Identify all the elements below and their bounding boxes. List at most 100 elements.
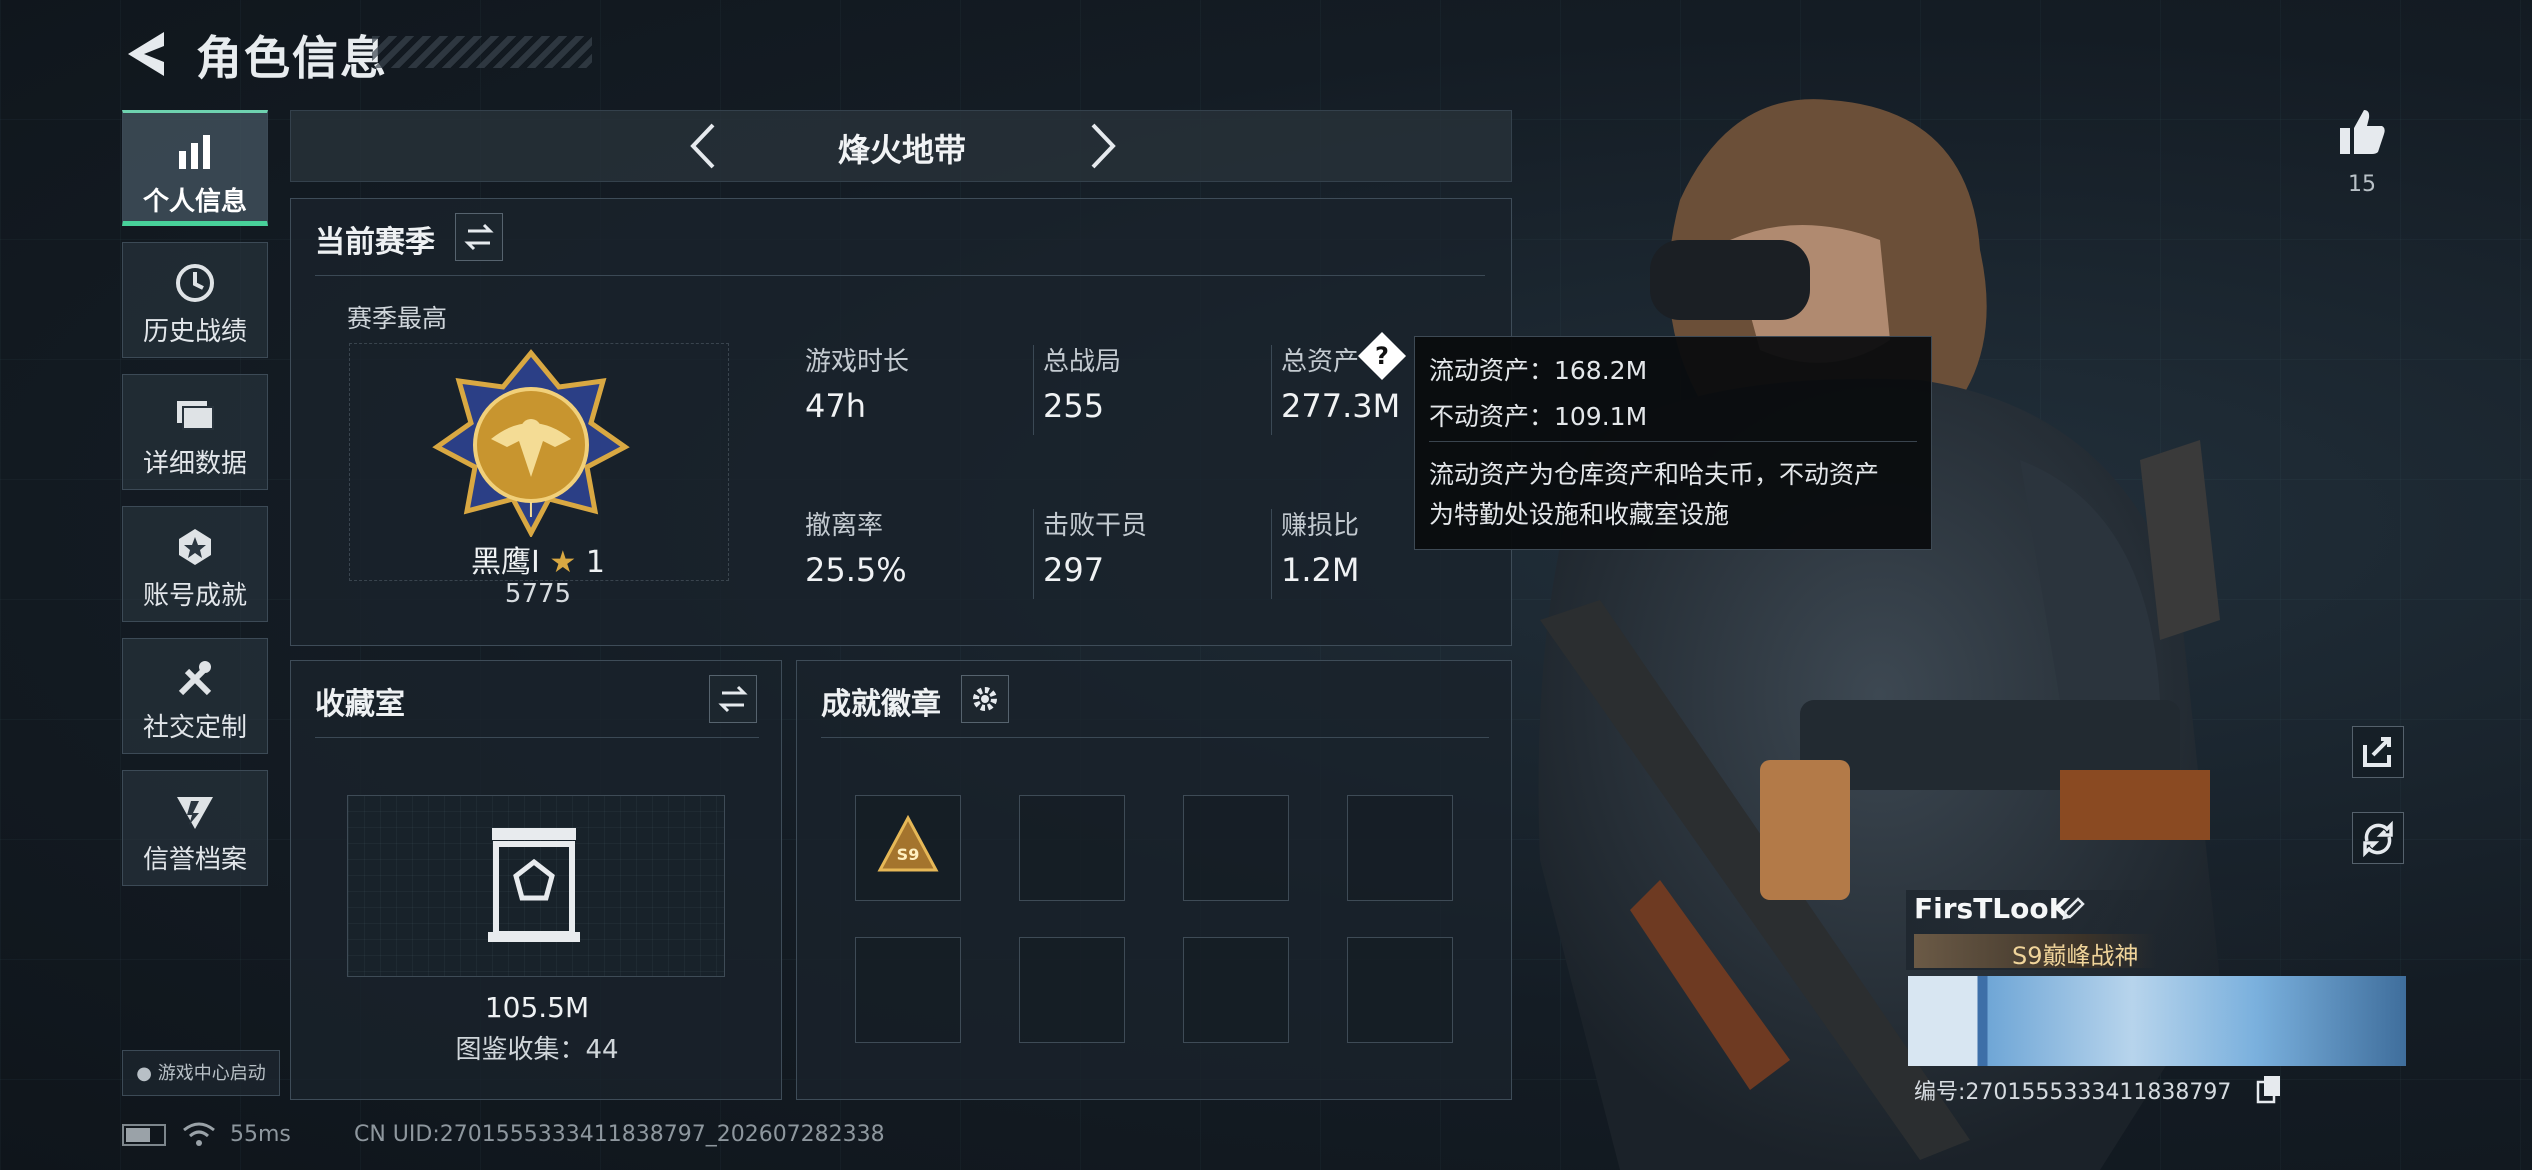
stat-label: 赚损比 (1281, 511, 1360, 541)
folder-icon (177, 401, 214, 430)
nav-label: 详细数据 (142, 449, 247, 479)
tools-icon (178, 661, 212, 696)
refresh-button[interactable] (2352, 812, 2404, 864)
rank-name: 黑鹰I (471, 545, 540, 580)
mode-title: 烽火地带 (837, 131, 966, 169)
divider (1033, 509, 1034, 599)
season-switch-button[interactable] (455, 213, 503, 261)
divider (1429, 441, 1917, 442)
shield-icon (177, 797, 213, 829)
badge-slot[interactable] (1347, 937, 1453, 1043)
badge-slot[interactable] (1347, 795, 1453, 901)
share-button[interactable] (2352, 726, 2404, 778)
game-center-launch-button[interactable]: ● 游戏中心启动 (122, 1050, 280, 1096)
copy-icon[interactable] (2256, 1074, 2282, 1104)
stat-label: 总资产 (1281, 347, 1360, 377)
nav-label: 历史战绩 (142, 317, 247, 347)
nav-item-details[interactable]: 详细数据 (122, 374, 268, 490)
person-icon: ● (136, 1063, 152, 1084)
mode-selector: 烽火地带 (290, 110, 1512, 182)
swap-icon (718, 685, 748, 713)
collection-count: 图鉴收集：44 (455, 1035, 619, 1065)
badge-slot[interactable]: S9 (855, 795, 961, 901)
svg-text:I: I (528, 498, 534, 522)
season-title: 当前赛季 (315, 225, 435, 260)
achievement-icon (179, 529, 211, 565)
season-panel: 当前赛季 赛季最高 I 黑鹰I ★ 1 5775 游戏时长 47h 总战局 25… (290, 198, 1512, 646)
assets-tooltip: 流动资产：168.2M 不动资产：109.1M 流动资产为仓库资产和哈夫币，不动… (1414, 336, 1932, 550)
page-title: 角色信息 (196, 31, 388, 85)
display-case-icon (488, 828, 580, 942)
badge-slot[interactable] (1019, 795, 1125, 901)
back-arrow-icon[interactable] (120, 26, 170, 82)
nav-item-personal-info[interactable]: 个人信息 (122, 110, 268, 226)
divider (315, 737, 759, 738)
tooltip-description-1: 流动资产为仓库资产和哈夫币，不动资产 (1429, 460, 1880, 489)
stat-value: 255 (1043, 387, 1105, 425)
divider (821, 737, 1489, 738)
collection-panel: 收藏室 105.5M 图鉴收集：44 (290, 660, 782, 1100)
tooltip-liquid-assets: 流动资产：168.2M (1429, 356, 1648, 385)
collection-display[interactable] (347, 795, 725, 977)
nav-item-history[interactable]: 历史战绩 (122, 242, 268, 358)
rank-name-row: 黑鹰I ★ 1 (291, 537, 785, 581)
rank-points: 5775 (504, 579, 572, 609)
divider (315, 275, 1485, 276)
nav-label: 信誉档案 (142, 845, 247, 875)
badge-settings-button[interactable] (961, 675, 1009, 723)
nav-label: 账号成就 (142, 581, 247, 611)
badge-slot[interactable] (1183, 937, 1289, 1043)
refresh-icon (2363, 820, 2393, 858)
tooltip-description-2: 为特勤处设施和收藏室设施 (1429, 500, 1730, 529)
divider (1271, 345, 1272, 435)
title-decoration (372, 36, 592, 68)
divider (1033, 345, 1034, 435)
rank-stars: 1 (585, 545, 605, 580)
badge-slot[interactable] (855, 937, 961, 1043)
badge-slot[interactable] (1019, 937, 1125, 1043)
stat-value: 47h (805, 387, 866, 425)
star-icon: ★ (549, 545, 577, 580)
question-mark: ? (1375, 342, 1389, 370)
collection-value: 105.5M (484, 991, 590, 1024)
player-id: 编号:270155533341183879​7 (1914, 1080, 2232, 1105)
cn-uid: CN UID:2701555333411838797_202607282338 (354, 1122, 885, 1147)
wifi-icon (183, 1122, 215, 1146)
stat-label: 总战局 (1043, 347, 1122, 377)
stat-value: 1.2M (1281, 551, 1360, 589)
ping-value: 55ms (230, 1122, 291, 1147)
s9-badge-icon: S9 (877, 814, 939, 872)
collection-switch-button[interactable] (709, 675, 757, 723)
chevron-right-icon[interactable] (1083, 121, 1123, 171)
tooltip-fixed-assets: 不动资产：109.1M (1429, 402, 1648, 431)
collection-title: 收藏室 (315, 687, 405, 722)
badges-title: 成就徽章 (821, 687, 941, 722)
stat-label: 击败干员 (1043, 511, 1148, 541)
badge-slot[interactable] (1183, 795, 1289, 901)
battery-icon (122, 1124, 166, 1146)
clock-icon (176, 264, 214, 302)
bar-chart-icon (179, 135, 210, 169)
rank-emblem-icon: I (432, 349, 630, 537)
stat-label: 游戏时长 (805, 347, 910, 377)
svg-text:S9: S9 (897, 845, 920, 864)
nav-label: 社交定制 (142, 713, 247, 743)
stat-label: 撤离率 (805, 511, 884, 541)
share-icon (2363, 737, 2391, 767)
nav-label: 个人信息 (142, 187, 247, 217)
name-card-banner (1908, 976, 2406, 1066)
swap-icon (464, 223, 494, 251)
nav-item-reputation[interactable]: 信誉档案 (122, 770, 268, 886)
like-count: 15 (2348, 172, 2376, 197)
stat-value: 277.3M (1281, 387, 1401, 425)
thumbs-up-icon[interactable] (2336, 106, 2388, 158)
launch-label: 游戏中心启动 (157, 1063, 266, 1084)
edit-pencil-icon[interactable] (2058, 894, 2088, 924)
divider (1271, 509, 1272, 599)
season-best-label: 赛季最高 (347, 304, 448, 333)
stat-value: 297 (1043, 551, 1105, 589)
gear-icon (973, 687, 997, 711)
nav-item-social[interactable]: 社交定制 (122, 638, 268, 754)
nav-item-achievements[interactable]: 账号成就 (122, 506, 268, 622)
badges-panel: 成就徽章 S9 (796, 660, 1512, 1100)
